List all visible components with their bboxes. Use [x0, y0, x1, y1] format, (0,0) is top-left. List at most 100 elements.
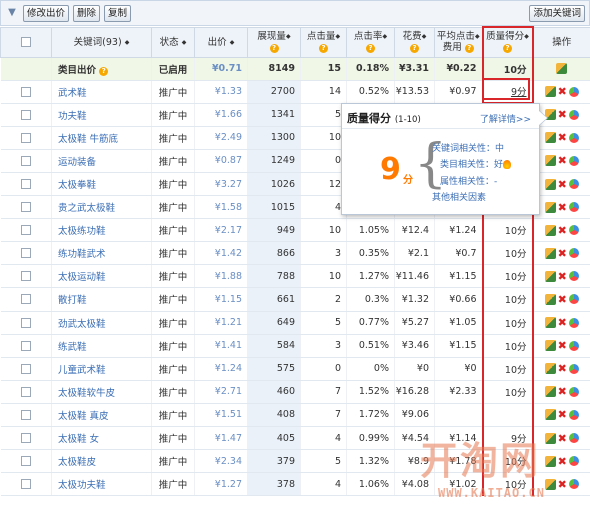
edit-icon[interactable] [544, 409, 556, 421]
delete-button[interactable]: 删除 [73, 4, 101, 22]
edit-icon[interactable] [544, 201, 556, 213]
bid-cell[interactable]: ¥0.87 [194, 149, 248, 173]
report-icon[interactable] [568, 294, 579, 305]
keyword-cell[interactable]: 儿童武术鞋 [51, 357, 152, 381]
status-header[interactable]: 状态 ◆ [151, 26, 195, 58]
edit-icon[interactable] [544, 455, 556, 467]
delete-icon[interactable]: ✖ [558, 109, 567, 120]
row-checkbox[interactable] [20, 155, 31, 166]
bid-cell[interactable]: ¥1.58 [194, 195, 248, 220]
delete-icon[interactable]: ✖ [558, 202, 567, 213]
add-keyword-button[interactable]: 添加关键词 [529, 4, 585, 22]
row-checkbox[interactable] [20, 271, 31, 282]
delete-icon[interactable]: ✖ [558, 317, 567, 328]
row-checkbox[interactable] [20, 479, 31, 490]
bid-cell[interactable]: ¥0.71 [194, 57, 248, 81]
delete-icon[interactable]: ✖ [558, 340, 567, 351]
bid-header[interactable]: 出价 ◆ [194, 26, 248, 58]
report-icon[interactable] [568, 86, 579, 97]
keyword-cell[interactable]: 功夫鞋 [51, 103, 152, 127]
edit-icon[interactable] [544, 340, 556, 352]
report-icon[interactable] [568, 363, 579, 374]
delete-icon[interactable]: ✖ [558, 225, 567, 236]
report-icon[interactable] [568, 225, 579, 236]
keyword-cell[interactable]: 太极功夫鞋 [51, 472, 152, 497]
impressions-header[interactable]: 展现量◆? [247, 26, 301, 58]
edit-icon[interactable] [544, 178, 556, 190]
bid-cell[interactable]: ¥1.42 [194, 241, 248, 266]
keyword-cell[interactable]: 太极鞋 真皮 [51, 403, 152, 428]
edit-icon[interactable] [544, 270, 556, 282]
report-icon[interactable] [568, 271, 579, 282]
row-checkbox[interactable] [20, 409, 31, 420]
bid-cell[interactable]: ¥1.24 [194, 357, 248, 381]
edit-icon[interactable] [544, 224, 556, 236]
report-icon[interactable] [568, 386, 579, 397]
bid-cell[interactable]: ¥1.33 [194, 80, 248, 104]
row-checkbox[interactable] [20, 433, 31, 444]
edit-icon[interactable] [544, 363, 556, 375]
bid-cell[interactable]: ¥1.51 [194, 403, 248, 428]
edit-icon[interactable] [544, 478, 556, 490]
row-checkbox[interactable] [20, 248, 31, 259]
bid-cell[interactable]: ¥1.88 [194, 264, 248, 289]
delete-icon[interactable]: ✖ [558, 155, 567, 166]
report-icon[interactable] [568, 456, 579, 467]
keyword-cell[interactable]: 劲武太极鞋 [51, 311, 152, 335]
row-checkbox[interactable] [20, 225, 31, 236]
bid-cell[interactable]: ¥1.66 [194, 103, 248, 127]
report-icon[interactable] [568, 479, 579, 490]
delete-icon[interactable]: ✖ [558, 386, 567, 397]
edit-icon[interactable] [544, 155, 556, 167]
filter-icon[interactable]: ▼ [5, 6, 19, 20]
edit-icon[interactable] [544, 317, 556, 329]
delete-icon[interactable]: ✖ [558, 363, 567, 374]
delete-icon[interactable]: ✖ [558, 248, 567, 259]
keyword-cell[interactable]: 太极鞋 女 [51, 426, 152, 451]
bid-cell[interactable]: ¥1.15 [194, 287, 248, 312]
bid-cell[interactable]: ¥2.71 [194, 380, 248, 404]
report-icon[interactable] [568, 409, 579, 420]
quality-header[interactable]: 质量得分◆? [481, 26, 534, 58]
keyword-cell[interactable]: 练武鞋 [51, 334, 152, 358]
edit-icon[interactable] [544, 386, 556, 398]
bid-cell[interactable]: ¥2.34 [194, 449, 248, 474]
bid-cell[interactable]: ¥1.21 [194, 311, 248, 335]
edit-icon[interactable] [544, 86, 556, 98]
row-checkbox[interactable] [20, 109, 31, 120]
row-checkbox[interactable] [20, 456, 31, 467]
bid-cell[interactable]: ¥1.27 [194, 472, 248, 497]
keyword-cell[interactable]: 武术鞋 [51, 80, 152, 104]
bid-cell[interactable]: ¥3.27 [194, 172, 248, 197]
learn-more-link[interactable]: 了解详情>> [480, 112, 531, 125]
report-icon[interactable] [568, 248, 579, 259]
bid-cell[interactable]: ¥1.47 [194, 426, 248, 451]
avg-cpc-header[interactable]: 平均点击◆ 费用 ? [434, 26, 483, 58]
bid-cell[interactable]: ¥1.41 [194, 334, 248, 358]
keyword-cell[interactable]: 太极练功鞋 [51, 218, 152, 243]
report-icon[interactable] [568, 317, 579, 328]
delete-icon[interactable]: ✖ [558, 179, 567, 190]
delete-icon[interactable]: ✖ [558, 479, 567, 490]
row-checkbox[interactable] [20, 386, 31, 397]
delete-icon[interactable]: ✖ [558, 294, 567, 305]
keyword-cell[interactable]: 太极拳鞋 [51, 172, 152, 197]
edit-icon[interactable] [544, 432, 556, 444]
bid-cell[interactable]: ¥2.17 [194, 218, 248, 243]
report-icon[interactable] [568, 155, 579, 166]
help-icon[interactable]: ? [99, 66, 109, 76]
edit-icon[interactable] [544, 247, 556, 259]
keyword-cell[interactable]: 太极鞋 牛筋底 [51, 126, 152, 150]
row-checkbox[interactable] [20, 340, 31, 351]
report-icon[interactable] [568, 433, 579, 444]
delete-icon[interactable]: ✖ [558, 271, 567, 282]
delete-icon[interactable]: ✖ [558, 132, 567, 143]
row-checkbox[interactable] [20, 86, 31, 97]
delete-icon[interactable]: ✖ [558, 456, 567, 467]
edit-icon[interactable] [544, 132, 556, 144]
delete-icon[interactable]: ✖ [558, 86, 567, 97]
delete-icon[interactable]: ✖ [558, 433, 567, 444]
cost-header[interactable]: 花费◆? [394, 26, 435, 58]
report-icon[interactable] [568, 340, 579, 351]
copy-button[interactable]: 复制 [104, 4, 132, 22]
